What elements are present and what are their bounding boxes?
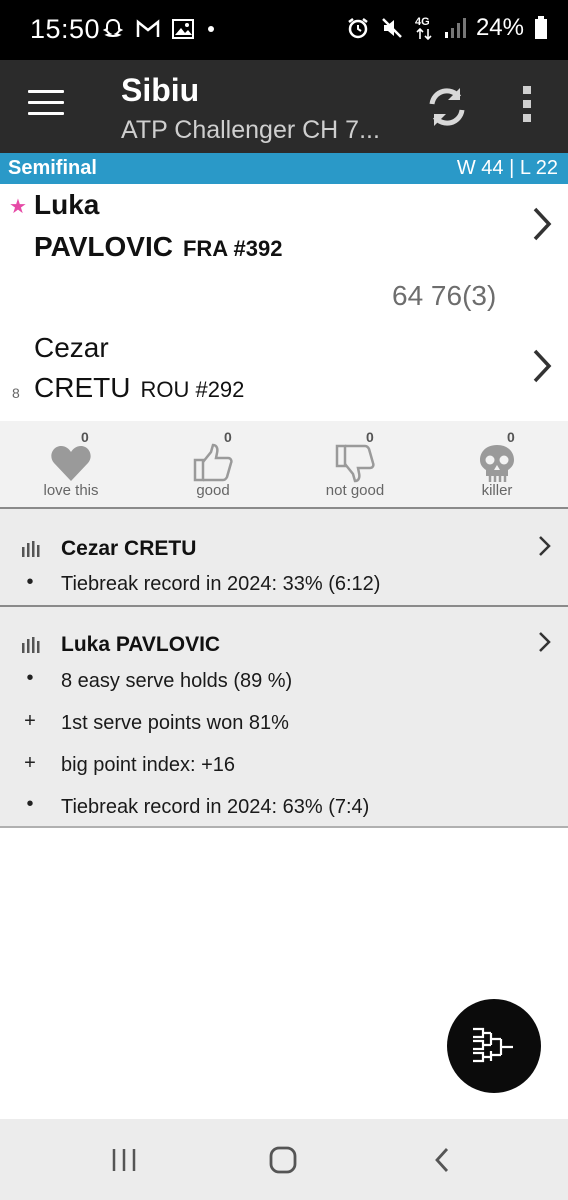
alarm-icon xyxy=(348,18,368,39)
bar-chart-icon xyxy=(22,637,40,653)
stat-bullet: + xyxy=(24,752,36,774)
stat-text: Tiebreak record in 2024: 63% (7:4) xyxy=(61,796,370,818)
stats-panel-player1[interactable]: Luka PAVLOVIC • 8 easy serve holds (89 %… xyxy=(0,605,568,828)
status-bar: 15:50 4G 24% xyxy=(0,0,568,60)
player1-chevron-right-icon[interactable] xyxy=(531,206,553,242)
reactions-bar: 0 love this 0 good 0 not good 0 killer xyxy=(0,421,568,508)
overflow-menu-button[interactable] xyxy=(518,86,536,126)
favorite-star-icon[interactable]: ★ xyxy=(9,194,27,219)
skull-icon xyxy=(480,445,514,482)
player2-first-name: Cezar xyxy=(34,332,109,363)
stat-text: big point index: +16 xyxy=(61,754,236,776)
player2-seed: 8 xyxy=(12,385,20,401)
stat-bullet: • xyxy=(26,793,34,815)
dot-icon xyxy=(208,26,214,32)
page-title: Sibiu xyxy=(121,72,200,108)
snapchat-icon xyxy=(102,18,124,38)
reaction-label: good xyxy=(196,482,230,499)
battery-icon xyxy=(535,16,547,39)
bar-chart-icon xyxy=(22,541,40,557)
bracket-fab-button[interactable] xyxy=(447,999,541,1093)
round-label: Semifinal xyxy=(8,157,97,179)
4g-icon: 4G xyxy=(415,16,432,41)
system-nav-bar xyxy=(0,1119,568,1200)
stats-player-name: Cezar CRETU xyxy=(61,537,197,560)
player2-last-name: CRETU ROU #292 xyxy=(34,372,245,403)
player2-country-rank: ROU #292 xyxy=(140,377,245,402)
recent-apps-icon[interactable] xyxy=(110,1147,138,1173)
player2-chevron-right-icon[interactable] xyxy=(531,348,553,384)
mute-icon xyxy=(382,18,402,38)
win-loss-record: W 44 | L 22 xyxy=(456,157,558,179)
gmail-icon xyxy=(136,19,160,37)
network-label: 4G xyxy=(415,16,430,28)
thumbs-down-icon xyxy=(335,444,375,483)
stat-bullet: • xyxy=(26,571,34,593)
status-time: 15:50 xyxy=(30,14,101,44)
match-score: 64 76(3) xyxy=(392,280,497,311)
thumbs-up-icon xyxy=(193,443,233,482)
player1-first-name: Luka xyxy=(34,189,100,220)
reaction-label: love this xyxy=(43,482,99,499)
chevron-right-icon[interactable] xyxy=(538,535,552,557)
back-icon[interactable] xyxy=(432,1146,452,1174)
gallery-icon xyxy=(172,19,194,39)
stats-player-name: Luka PAVLOVIC xyxy=(61,633,221,656)
hamburger-icon xyxy=(28,90,64,93)
stat-bullet: • xyxy=(26,667,34,689)
signal-icon xyxy=(444,18,466,38)
page-subtitle: ATP Challenger CH 7... xyxy=(121,116,380,144)
player1-last-name: PAVLOVIC FRA #392 xyxy=(34,231,283,262)
refresh-icon[interactable] xyxy=(424,84,470,130)
stat-text: 1st serve points won 81% xyxy=(61,712,289,734)
battery-percent: 24% xyxy=(475,14,524,41)
menu-button[interactable] xyxy=(28,90,64,118)
chevron-right-icon[interactable] xyxy=(538,631,552,653)
player1-country-rank: FRA #392 xyxy=(182,236,283,261)
heart-icon xyxy=(51,446,91,481)
stat-text: Tiebreak record in 2024: 33% (6:12) xyxy=(61,573,381,595)
stat-bullet: + xyxy=(24,710,36,732)
match-card[interactable]: ★ Luka PAVLOVIC FRA #392 64 76(3) Cezar 8… xyxy=(0,184,568,421)
stat-text: 8 easy serve holds (89 %) xyxy=(61,670,293,692)
home-icon[interactable] xyxy=(268,1145,298,1175)
reaction-label: not good xyxy=(325,482,385,499)
app-bar: Sibiu ATP Challenger CH 7... xyxy=(0,60,568,153)
round-bar: Semifinal W 44 | L 22 xyxy=(0,153,568,184)
reaction-label: killer xyxy=(481,482,513,499)
bracket-icon xyxy=(473,1027,513,1063)
stats-panel-player2[interactable]: Cezar CRETU • Tiebreak record in 2024: 3… xyxy=(0,507,568,605)
